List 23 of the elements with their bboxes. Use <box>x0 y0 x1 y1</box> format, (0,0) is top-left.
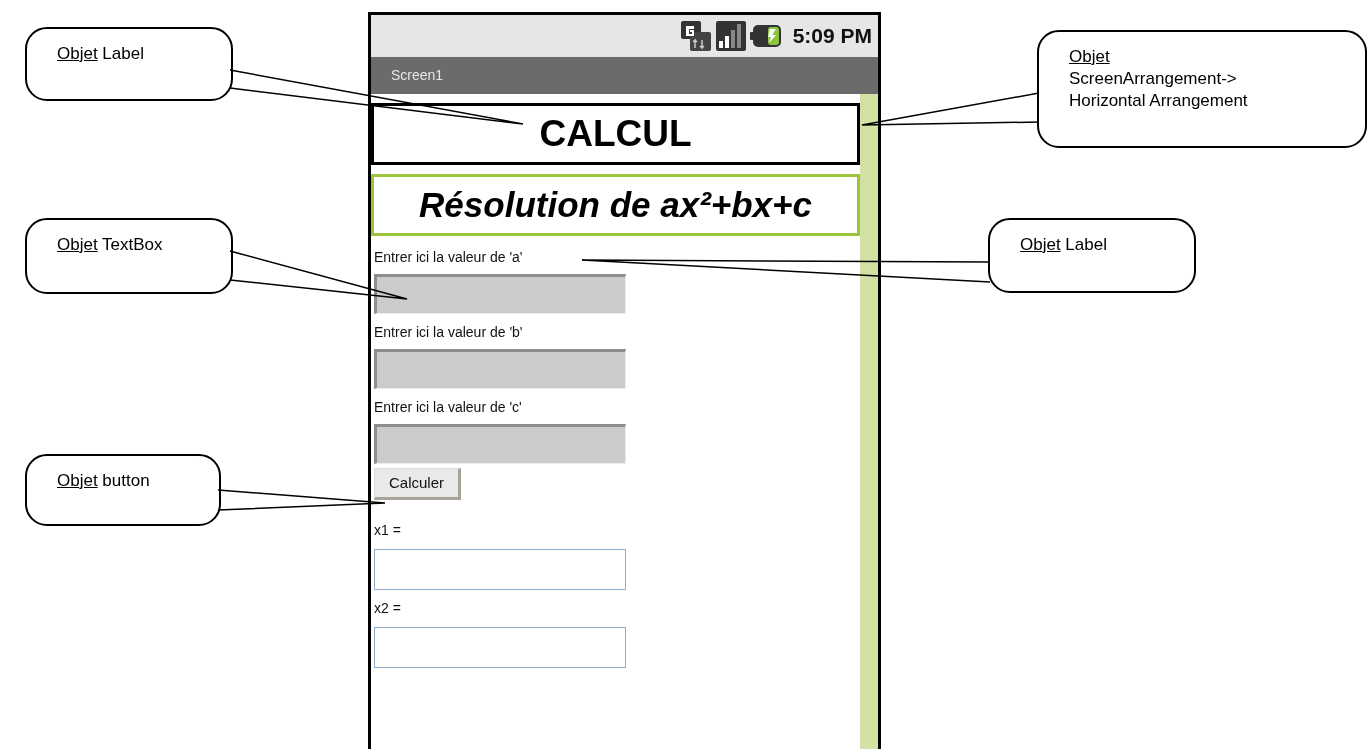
field-label: Entrer ici la valeur de 'c' <box>374 398 522 416</box>
callout-text: Objet TextBox <box>57 234 164 256</box>
callout-text: Objet Label <box>1020 234 1108 256</box>
text-box[interactable] <box>374 627 626 668</box>
header-label: CALCUL <box>539 112 692 157</box>
clock-time: 5:09 PM <box>792 23 872 50</box>
battery-icon <box>749 23 782 49</box>
calculate-button[interactable]: Calculer <box>374 468 462 500</box>
callout-text: Objet button <box>57 470 151 492</box>
screen-title: Screen1 <box>391 66 444 85</box>
field-label: x2 = <box>374 599 401 617</box>
text-box[interactable] <box>374 549 626 590</box>
callout-text: Objet Label <box>57 43 145 65</box>
field-label: Entrer ici la valeur de 'b' <box>374 323 523 341</box>
text-box[interactable] <box>374 349 626 389</box>
signal-icon <box>714 20 747 52</box>
text-box[interactable] <box>374 424 626 464</box>
field-label: Entrer ici la valeur de 'a' <box>374 248 523 266</box>
network-icon <box>679 20 712 52</box>
callout-text: Objet ScreenArrangement-> Horizontal Arrangement <box>1069 46 1249 112</box>
subtitle-label: Résolution de ax²+bx+c <box>419 183 812 226</box>
text-box[interactable] <box>374 274 626 314</box>
field-label: x1 = <box>374 521 401 539</box>
